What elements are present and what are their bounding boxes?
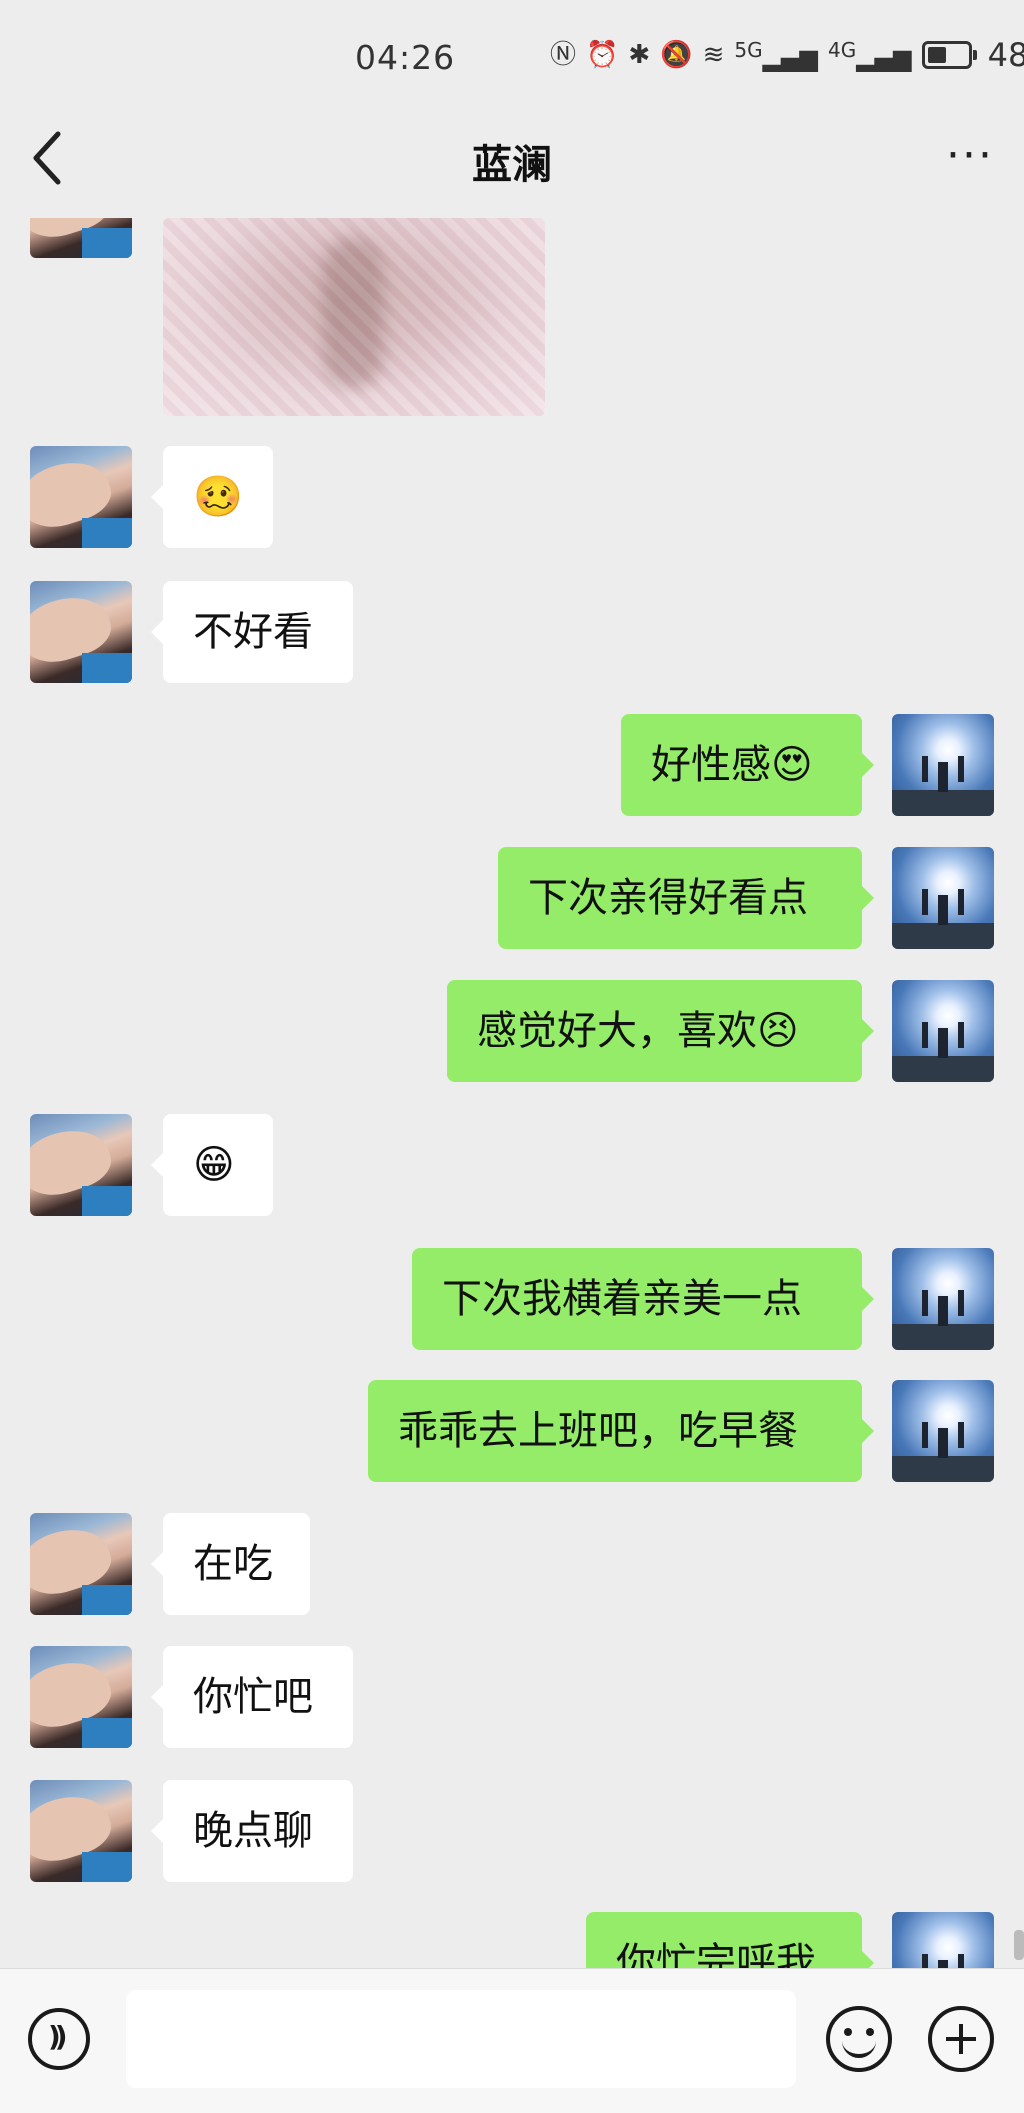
emoji-icon[interactable] <box>826 2006 892 2072</box>
bluetooth-icon: ✱ <box>628 40 651 70</box>
my-avatar[interactable] <box>892 847 994 949</box>
signal-4g-icon: 4G▂▄▆ <box>827 38 912 72</box>
message-input[interactable] <box>126 1990 796 2088</box>
contact-avatar[interactable] <box>30 446 132 548</box>
mute-icon: 🔕 <box>660 40 693 70</box>
plus-icon[interactable] <box>928 2006 994 2072</box>
contact-avatar[interactable] <box>30 218 132 258</box>
message-bubble-left[interactable]: 😁 <box>151 1114 273 1216</box>
more-options-icon[interactable]: ··· <box>946 130 994 181</box>
alarm-icon: ⏰ <box>586 40 619 70</box>
message-bubble-right[interactable]: 你忙完呼我 <box>586 1912 874 1968</box>
my-avatar[interactable] <box>892 1248 994 1350</box>
nfc-icon: Ⓝ <box>550 40 577 70</box>
status-bar: 04:26 Ⓝ ⏰ ✱ 🔕 ≋ 5G▂▄▆ 4G▂▄▆ 48% <box>0 0 1024 120</box>
scrollbar[interactable] <box>1014 1930 1024 1960</box>
chat-title: 蓝澜 <box>472 142 552 188</box>
message-bubble-right[interactable]: 乖乖去上班吧，吃早餐 <box>368 1380 874 1482</box>
battery-icon <box>921 41 977 69</box>
message-bubble-right[interactable]: 好性感😍 <box>621 714 874 816</box>
contact-avatar[interactable] <box>30 1780 132 1882</box>
my-avatar[interactable] <box>892 1380 994 1482</box>
contact-avatar[interactable] <box>30 581 132 683</box>
clock: 04:26 <box>355 38 456 77</box>
voice-input-icon[interactable] <box>28 2008 90 2070</box>
my-avatar[interactable] <box>892 980 994 1082</box>
battery-fill <box>927 47 946 63</box>
wifi-icon: ≋ <box>702 40 725 70</box>
my-avatar[interactable] <box>892 714 994 816</box>
message-bubble-right[interactable]: 感觉好大，喜欢😣 <box>447 980 874 1082</box>
message-bubble-right[interactable]: 下次我横着亲美一点 <box>412 1248 874 1350</box>
message-bubble-left[interactable]: 你忙吧 <box>151 1646 353 1748</box>
blurred-photo-message[interactable] <box>163 218 545 416</box>
contact-avatar[interactable] <box>30 1114 132 1216</box>
message-bubble-left[interactable]: 晚点聊 <box>151 1780 353 1882</box>
battery-percentage: 48% <box>987 36 1024 74</box>
message-bubble-left[interactable]: 在吃 <box>151 1513 310 1615</box>
message-bubble-left[interactable]: 🥴 <box>151 446 273 548</box>
message-bubble-right[interactable]: 下次亲得好看点 <box>498 847 874 949</box>
message-bubble-left[interactable]: 不好看 <box>151 581 353 683</box>
message-list[interactable]: 🥴 不好看 好性感😍 下次亲得好看点 感觉好大，喜欢😣 😁 下次我横着亲美一点 … <box>0 218 1024 1968</box>
status-icons: Ⓝ ⏰ ✱ 🔕 ≋ 5G▂▄▆ 4G▂▄▆ 48% <box>550 36 1024 74</box>
contact-avatar[interactable] <box>30 1513 132 1615</box>
my-avatar[interactable] <box>892 1912 994 1968</box>
contact-avatar[interactable] <box>30 1646 132 1748</box>
signal-5g-icon: 5G▂▄▆ <box>734 38 818 72</box>
